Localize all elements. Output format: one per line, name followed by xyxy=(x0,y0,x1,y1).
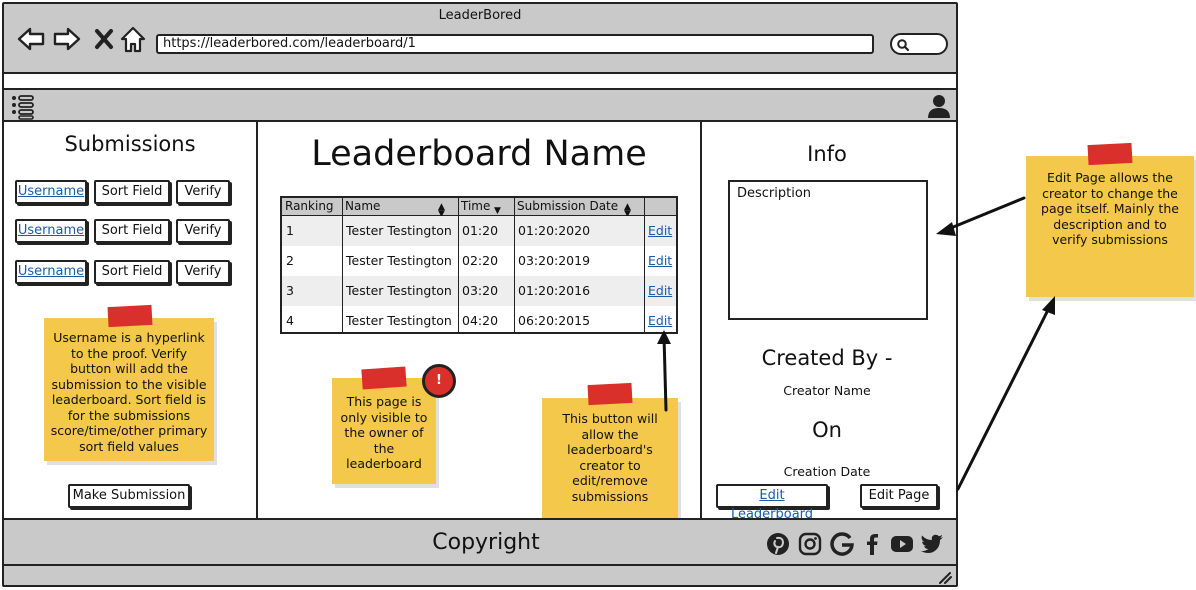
home-icon[interactable] xyxy=(118,24,148,54)
sticky-note-owner: This page is only visible to the owner o… xyxy=(332,378,436,484)
back-arrow-icon[interactable] xyxy=(16,24,46,54)
forward-arrow-icon[interactable] xyxy=(52,24,82,54)
cell-time: 03:20 xyxy=(462,283,499,298)
submissions-heading: Submissions xyxy=(64,132,196,156)
sticky-note-tape xyxy=(587,382,633,406)
sort-field-button[interactable]: Sort Field xyxy=(94,260,170,284)
menu-list-icon[interactable] xyxy=(10,94,36,120)
sticky-note-tape xyxy=(107,304,153,328)
annotation-arrow xyxy=(657,330,671,412)
edit-link[interactable]: Edit xyxy=(644,276,672,306)
sticky-note-edit: This button will allow the leaderboard's… xyxy=(542,398,678,520)
browser-window: LeaderBored https://leaderbored.com/lead… xyxy=(2,2,958,587)
cell-date: 03:20:2019 xyxy=(518,253,591,268)
youtube-icon[interactable] xyxy=(890,532,914,556)
submissions-panel: Submissions Username Sort Field Verify U… xyxy=(4,122,256,518)
username-link[interactable]: Username xyxy=(15,219,87,243)
status-bar xyxy=(4,566,956,585)
cell-time: 02:20 xyxy=(462,253,499,268)
window-title: LeaderBored xyxy=(438,8,522,23)
info-heading: Info xyxy=(807,142,847,166)
cell-date: 06:20:2015 xyxy=(518,313,591,328)
leaderboard-table: Ranking Name ▲ ▼ Time ▼ Submission Date … xyxy=(280,196,678,334)
sticky-note-tape xyxy=(361,366,407,390)
annotation-arrow xyxy=(956,296,1055,491)
column-separator xyxy=(342,198,343,332)
resize-grip-icon[interactable] xyxy=(936,570,952,584)
close-icon[interactable] xyxy=(90,24,120,54)
url-input[interactable]: https://leaderbored.com/leaderboard/1 xyxy=(156,34,874,54)
alert-badge-icon: ! xyxy=(422,364,456,398)
column-header-name[interactable]: Name ▲ ▼ xyxy=(342,198,458,219)
description-box[interactable]: Description xyxy=(728,180,928,320)
pinterest-icon[interactable] xyxy=(766,532,790,556)
column-header-submission-date[interactable]: Submission Date ▲ ▼ xyxy=(514,198,644,219)
edit-leaderboard-button[interactable]: Edit Leaderboard xyxy=(716,484,828,522)
leaderboard-panel: Leaderboard Name Ranking Name ▲ ▼ Time ▼… xyxy=(258,122,700,520)
instagram-icon[interactable] xyxy=(798,532,822,556)
edit-link[interactable]: Edit xyxy=(644,246,672,276)
cell-rank: 3 xyxy=(286,283,294,298)
edit-link[interactable]: Edit xyxy=(644,216,672,246)
search-box[interactable] xyxy=(890,33,948,55)
column-header-ranking[interactable]: Ranking xyxy=(282,198,342,216)
facebook-icon[interactable] xyxy=(860,532,884,556)
column-separator xyxy=(458,198,459,332)
cell-time: 01:20 xyxy=(462,223,499,238)
column-separator xyxy=(514,198,515,332)
cell-date: 01:20:2020 xyxy=(518,223,591,238)
on-label: On xyxy=(812,418,842,442)
app-menubar xyxy=(4,88,956,122)
leaderboard-title: Leaderboard Name xyxy=(311,134,647,174)
cell-time: 04:20 xyxy=(462,313,499,328)
cell-name: Tester Testington xyxy=(346,283,452,298)
copyright-text: Copyright xyxy=(432,530,540,555)
username-link[interactable]: Username xyxy=(15,180,87,204)
sort-field-button[interactable]: Sort Field xyxy=(94,219,170,243)
sticky-note-text: This page is only visible to the owner o… xyxy=(340,394,428,471)
sticky-note-submissions: Username is a hyperlink to the proof. Ve… xyxy=(44,318,214,461)
created-by-heading: Created By - xyxy=(761,346,893,370)
cell-name: Tester Testington xyxy=(346,223,452,238)
cell-rank: 1 xyxy=(286,223,294,238)
sticky-note-text: Username is a hyperlink to the proof. Ve… xyxy=(50,330,208,454)
cell-rank: 4 xyxy=(286,313,294,328)
info-panel: Info Description Created By - Creator Na… xyxy=(702,122,956,522)
sticky-note-text: Edit Page allows the creator to change t… xyxy=(1041,170,1179,247)
verify-button[interactable]: Verify xyxy=(176,219,230,243)
cell-name: Tester Testington xyxy=(346,313,452,328)
cell-name: Tester Testington xyxy=(346,253,452,268)
user-profile-icon[interactable] xyxy=(926,93,952,119)
cell-date: 01:20:2016 xyxy=(518,283,591,298)
creation-date: Creation Date xyxy=(783,464,871,479)
description-label: Description xyxy=(737,186,812,201)
browser-titlebar: LeaderBored https://leaderbored.com/lead… xyxy=(4,4,956,74)
annotation-arrow xyxy=(936,196,1026,236)
sticky-note-edit-page: Edit Page allows the creator to change t… xyxy=(1026,156,1194,297)
verify-button[interactable]: Verify xyxy=(176,180,230,204)
sticky-note-text: This button will allow the leaderboard's… xyxy=(562,411,658,504)
cell-rank: 2 xyxy=(286,253,294,268)
sticky-note-tape xyxy=(1087,142,1133,166)
sort-field-button[interactable]: Sort Field xyxy=(94,180,170,204)
twitter-icon[interactable] xyxy=(920,532,944,556)
page-footer: Copyright xyxy=(4,518,956,566)
creator-name: Creator Name xyxy=(783,383,871,398)
make-submission-button[interactable]: Make Submission xyxy=(68,484,190,508)
column-header-time[interactable]: Time ▼ xyxy=(458,198,514,216)
search-icon xyxy=(897,39,910,52)
username-link[interactable]: Username xyxy=(15,260,87,284)
verify-button[interactable]: Verify xyxy=(176,260,230,284)
edit-page-button[interactable]: Edit Page xyxy=(860,484,938,508)
google-icon[interactable] xyxy=(830,532,854,556)
column-separator xyxy=(644,198,645,332)
